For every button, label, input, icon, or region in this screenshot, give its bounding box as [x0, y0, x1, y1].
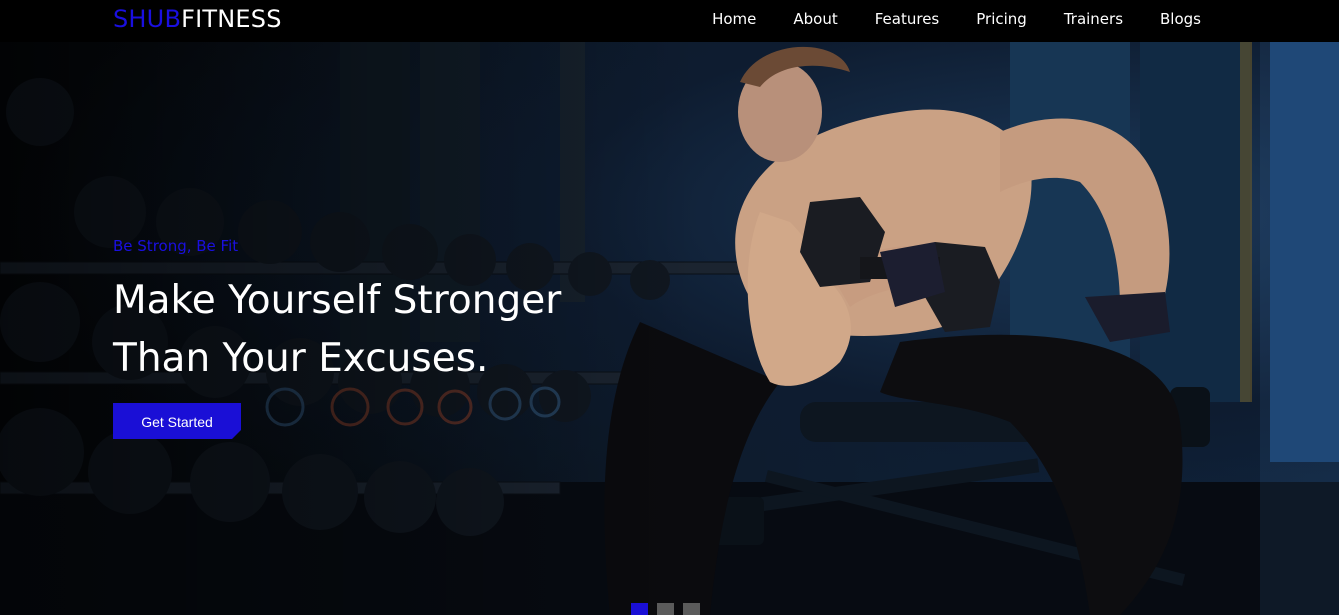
- nav-link-trainers[interactable]: Trainers: [1064, 10, 1123, 28]
- hero-title-line-1: Make Yourself Stronger: [113, 278, 562, 323]
- slider-dot-3[interactable]: [683, 603, 700, 615]
- get-started-button[interactable]: Get Started: [113, 403, 241, 439]
- slider-dot-2[interactable]: [657, 603, 674, 615]
- slider-dot-1[interactable]: [631, 603, 648, 615]
- nav-link-features[interactable]: Features: [875, 10, 940, 28]
- navbar: SHUBFITNESS Home About Features Pricing …: [0, 0, 1339, 42]
- hero-section: Be Strong, Be Fit Make Yourself Stronger…: [0, 42, 1339, 615]
- nav-link-blogs[interactable]: Blogs: [1160, 10, 1201, 28]
- nav-link-pricing[interactable]: Pricing: [976, 10, 1027, 28]
- nav-link-about[interactable]: About: [793, 10, 837, 28]
- logo-part-shub: SHUB: [113, 5, 182, 33]
- slider-indicators: [631, 603, 709, 615]
- hero-title: Make Yourself Stronger Than Your Excuses…: [113, 272, 673, 388]
- nav-link-home[interactable]: Home: [712, 10, 756, 28]
- hero-tagline: Be Strong, Be Fit: [113, 237, 239, 255]
- page: SHUBFITNESS Home About Features Pricing …: [0, 0, 1339, 615]
- logo-part-fitness: FITNESS: [181, 5, 282, 33]
- main-nav: Home About Features Pricing Trainers Blo…: [675, 10, 1201, 28]
- site-logo[interactable]: SHUBFITNESS: [113, 5, 282, 33]
- hero-title-line-2: Than Your Excuses.: [113, 336, 489, 381]
